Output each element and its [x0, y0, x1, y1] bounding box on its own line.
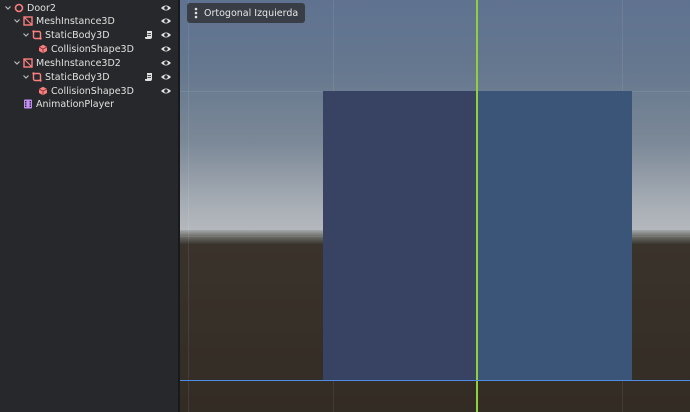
node3d-icon — [14, 3, 24, 13]
tree-item-label: AnimationPlayer — [36, 98, 114, 110]
tree-item-staticbody3d[interactable]: StaticBody3D — [0, 28, 178, 42]
collapse-arrow-icon[interactable] — [22, 73, 30, 81]
tree-item-label: StaticBody3D — [45, 71, 110, 83]
collapse-arrow-icon[interactable] — [13, 59, 21, 67]
eye-icon[interactable] — [160, 44, 172, 54]
tree-item-label: MeshInstance3D2 — [36, 57, 121, 69]
eye-icon[interactable] — [160, 16, 172, 26]
tree-item-animationplayer[interactable]: AnimationPlayer — [0, 97, 178, 111]
door-mesh-left[interactable] — [323, 91, 477, 381]
vertical-dots-icon — [192, 6, 200, 20]
collision-shape-icon — [38, 44, 48, 54]
collapse-arrow-icon[interactable] — [22, 31, 30, 39]
tree-item-door2[interactable]: Door2 — [0, 1, 178, 15]
eye-icon[interactable] — [160, 30, 172, 40]
tree-item-label: Door2 — [27, 2, 56, 14]
mesh-instance-icon — [23, 58, 33, 68]
view-menu-button[interactable]: Ortogonal Izquierda — [187, 3, 306, 23]
door-mesh-right[interactable] — [477, 91, 632, 381]
3d-viewport[interactable]: Ortogonal Izquierda — [180, 0, 690, 412]
tree-item-meshinstance3d[interactable]: MeshInstance3D — [0, 14, 178, 28]
collision-shape-icon — [38, 86, 48, 96]
script-icon[interactable] — [144, 30, 154, 40]
animation-player-icon — [23, 99, 33, 109]
tree-item-meshinstance3d2[interactable]: MeshInstance3D2 — [0, 56, 178, 70]
tree-item-label: StaticBody3D — [45, 29, 110, 41]
collapse-arrow-icon[interactable] — [4, 4, 12, 12]
tree-item-collisionshape3d[interactable]: CollisionShape3D — [0, 42, 178, 56]
tree-item-label: MeshInstance3D — [36, 15, 115, 27]
collapse-arrow-icon[interactable] — [13, 17, 21, 25]
mesh-instance-icon — [23, 16, 33, 26]
static-body-icon — [32, 30, 42, 40]
script-icon[interactable] — [144, 72, 154, 82]
y-axis-line — [476, 0, 478, 412]
eye-icon[interactable] — [160, 58, 172, 68]
scene-tree-panel: Door2 MeshInstance3D StaticBody3D Collis… — [0, 0, 178, 412]
eye-icon[interactable] — [160, 3, 172, 13]
static-body-icon — [32, 72, 42, 82]
tree-item-staticbody3d-2[interactable]: StaticBody3D — [0, 70, 178, 84]
view-label: Ortogonal Izquierda — [204, 7, 299, 19]
eye-icon[interactable] — [160, 86, 172, 96]
tree-item-collisionshape3d-2[interactable]: CollisionShape3D — [0, 84, 178, 98]
grid-line — [188, 0, 189, 412]
tree-item-label: CollisionShape3D — [51, 85, 134, 97]
eye-icon[interactable] — [160, 72, 172, 82]
tree-item-label: CollisionShape3D — [51, 43, 134, 55]
z-axis-line — [180, 380, 690, 381]
